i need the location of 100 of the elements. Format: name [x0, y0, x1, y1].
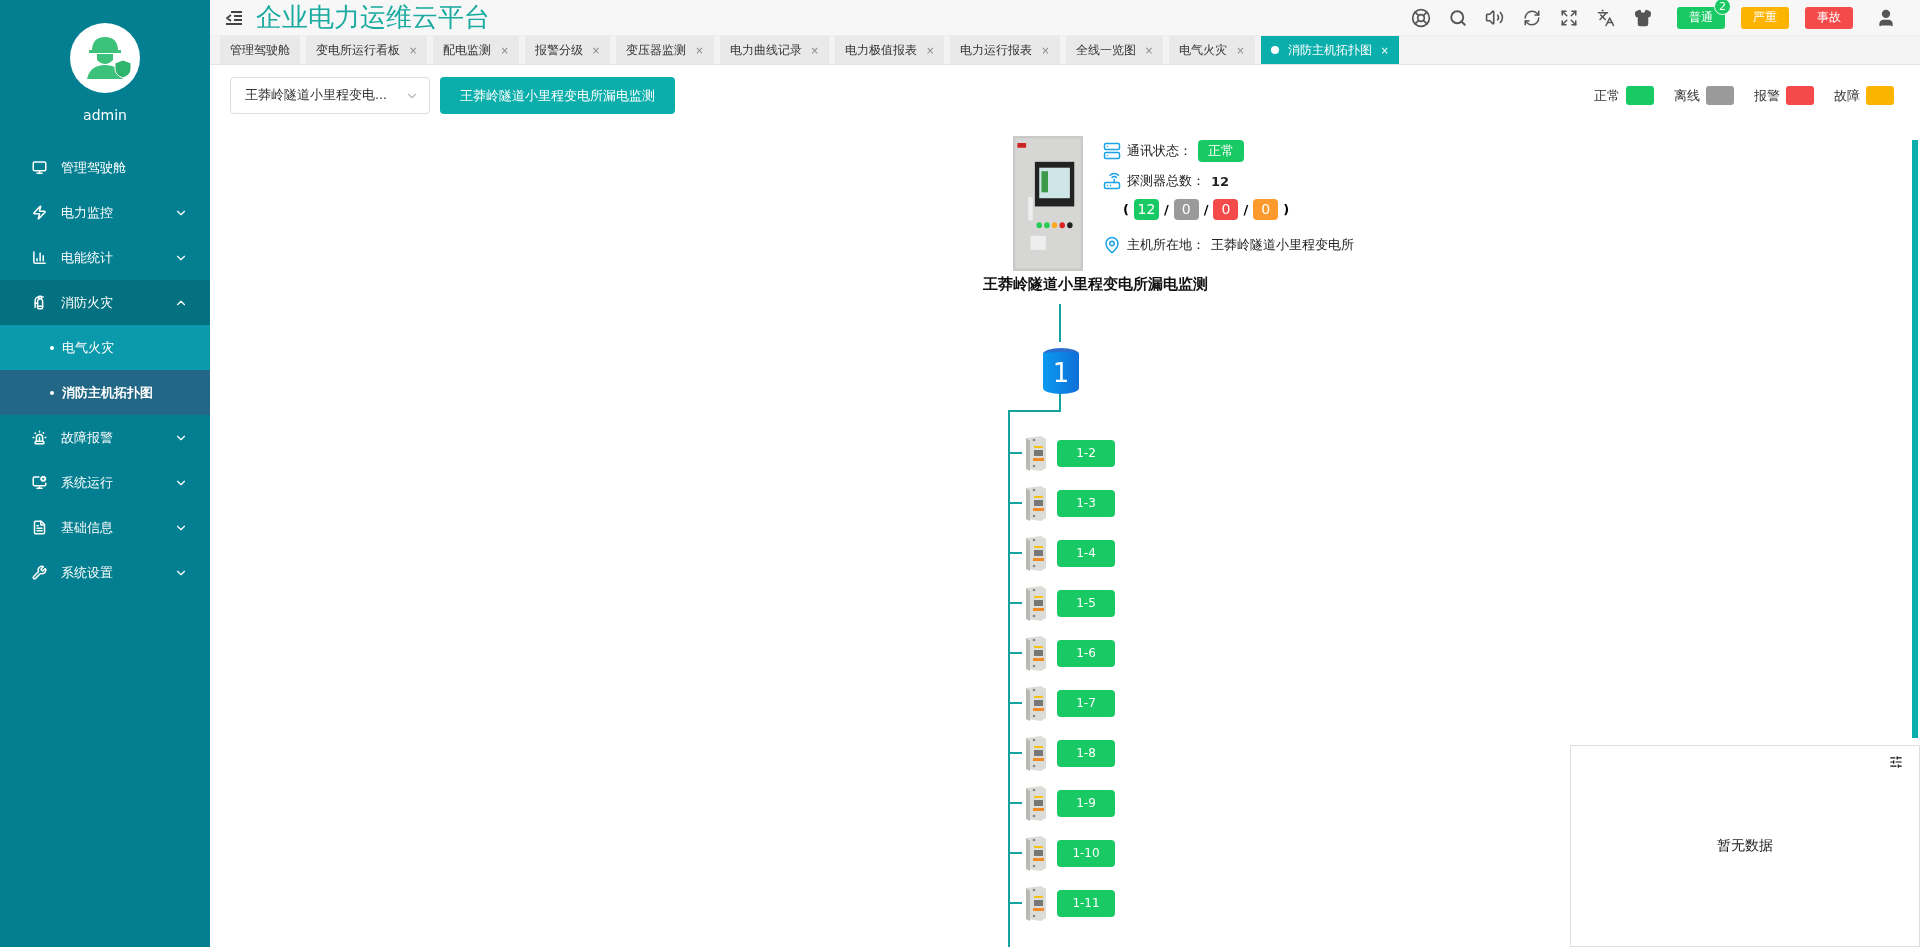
paren-text: ( — [1123, 201, 1129, 217]
tab[interactable]: 配电监测 × — [433, 36, 519, 64]
count-badge: 0 — [1173, 198, 1199, 220]
menu-item[interactable]: 基础信息 — [0, 505, 210, 550]
menu-label: 基础信息 — [61, 518, 114, 537]
location-value: 王莽岭隧道小里程变电所 — [1211, 236, 1354, 254]
alert-button[interactable]: 事故 — [1805, 6, 1853, 29]
detector-label[interactable]: 1-8 — [1057, 739, 1115, 767]
router-icon — [1103, 172, 1121, 190]
speaker-icon[interactable] — [1485, 8, 1504, 27]
menu-label: 电力监控 — [61, 203, 114, 222]
detector-total: 12 — [1211, 173, 1230, 189]
count-badge: 0 — [1253, 198, 1279, 220]
host-title: 王莽岭隧道小里程变电所漏电监测 — [983, 275, 1209, 294]
menu-item[interactable]: 电能统计 — [0, 235, 210, 280]
menu-item[interactable]: 电力监控 — [0, 190, 210, 235]
bar-chart-icon — [32, 250, 47, 265]
detector-label[interactable]: 1-3 — [1057, 489, 1115, 517]
detector-label[interactable]: 1-6 — [1057, 639, 1115, 667]
menu-label: 故障报警 — [61, 428, 114, 447]
monitor-gear-icon — [32, 475, 47, 490]
detector-label[interactable]: 1-10 — [1057, 839, 1115, 867]
avatar — [70, 23, 140, 93]
search-icon[interactable] — [1448, 8, 1467, 27]
menu-label: 消防火灾 — [61, 293, 114, 312]
fullscreen-icon[interactable] — [1559, 8, 1578, 27]
close-icon[interactable]: × — [1380, 44, 1389, 56]
tab[interactable]: 变压器监测 × — [616, 36, 714, 64]
menu-item[interactable]: 消防火灾 — [0, 280, 210, 325]
legend-label: 离线 — [1674, 86, 1700, 105]
host-select[interactable]: 王莽岭隧道小里程变电... — [230, 77, 430, 114]
lifebuoy-icon[interactable] — [1410, 7, 1431, 28]
menu-label: 系统设置 — [61, 563, 114, 582]
tab[interactable]: 管理驾驶舱 — [220, 36, 300, 64]
menu-collapse-icon[interactable] — [226, 10, 242, 25]
slash-text: / — [1203, 201, 1209, 217]
legend-label: 正常 — [1594, 86, 1620, 105]
legend-label: 故障 — [1834, 86, 1860, 105]
detector-label[interactable]: 1-11 — [1057, 889, 1115, 917]
document-icon — [32, 520, 47, 535]
tab[interactable]: 全线一览图 × — [1065, 36, 1164, 64]
detector-label[interactable]: 1-7 — [1057, 689, 1115, 717]
tab[interactable]: 电力运行报表 × — [950, 36, 1060, 64]
count-badge: 12 — [1133, 198, 1159, 220]
menu-item[interactable]: 管理驾驶舱 — [0, 145, 210, 190]
detector-label: 探测器总数： — [1127, 172, 1205, 190]
shirt-icon[interactable] — [1633, 8, 1652, 27]
location-pin-icon — [1103, 236, 1121, 254]
host-button[interactable]: 王莽岭隧道小里程变电所漏电监测 — [440, 77, 675, 114]
menu-label: 电能统计 — [61, 248, 114, 267]
detector-label[interactable]: 1-2 — [1057, 439, 1115, 467]
close-icon[interactable]: × — [810, 44, 819, 56]
siren-icon — [32, 430, 47, 445]
detector-label[interactable]: 1-5 — [1057, 589, 1115, 617]
sliders-icon[interactable] — [1889, 755, 1903, 769]
close-icon[interactable]: × — [1041, 44, 1050, 56]
app-title: 企业电力运维云平台 — [256, 1, 491, 34]
close-icon[interactable]: × — [1236, 44, 1245, 56]
menu-label: 系统运行 — [61, 473, 114, 492]
close-icon[interactable]: × — [500, 44, 509, 56]
slash-text: / — [1243, 201, 1249, 217]
comm-status: 正常 — [1198, 140, 1244, 162]
status-dot — [1270, 46, 1279, 54]
detector-label[interactable]: 1-9 — [1057, 789, 1115, 817]
menu-item[interactable]: 系统设置 — [0, 550, 210, 595]
legend-label: 报警 — [1754, 86, 1780, 105]
server-icon — [1103, 142, 1121, 160]
detector-label[interactable]: 1-4 — [1057, 539, 1115, 567]
user-name: admin — [83, 107, 127, 123]
tab[interactable]: 消防主机拓扑图 × — [1260, 36, 1399, 64]
close-icon[interactable]: × — [925, 44, 935, 56]
slash-text: / — [1163, 201, 1169, 217]
count-badge: 0 — [1213, 198, 1239, 220]
empty-text: 暂无数据 — [1717, 837, 1773, 855]
paren-text: ) — [1283, 201, 1290, 217]
close-icon[interactable]: × — [1144, 44, 1154, 56]
lightning-icon — [32, 205, 47, 220]
monitor-icon — [32, 160, 47, 175]
menu-item[interactable]: 系统运行 — [0, 460, 210, 505]
tab[interactable]: 电力曲线记录 × — [719, 36, 829, 64]
wrench-icon — [32, 565, 47, 580]
scrollbar[interactable] — [1912, 140, 1918, 738]
alert-button[interactable]: 严重 — [1741, 6, 1789, 29]
tab[interactable]: 电气火灾 × — [1169, 36, 1255, 64]
extinguisher-icon — [32, 295, 47, 310]
tab[interactable]: 报警分级 × — [524, 36, 611, 64]
close-icon[interactable]: × — [695, 44, 704, 56]
tab[interactable]: 变电所运行看板 × — [306, 36, 428, 64]
refresh-icon[interactable] — [1522, 8, 1541, 27]
close-icon[interactable]: × — [409, 44, 418, 56]
comm-label: 通讯状态： — [1127, 142, 1192, 160]
translate-icon[interactable] — [1596, 8, 1615, 27]
submenu-item[interactable]: 消防主机拓扑图 — [0, 370, 210, 415]
tab[interactable]: 电力极值报表 × — [834, 36, 945, 64]
close-icon[interactable]: × — [591, 44, 601, 56]
menu-label: 管理驾驶舱 — [61, 158, 127, 177]
location-label: 主机所在地： — [1127, 236, 1205, 254]
bus-node: 1 — [1043, 348, 1079, 394]
submenu-item[interactable]: 电气火灾 — [0, 325, 210, 370]
menu-item[interactable]: 故障报警 — [0, 415, 210, 460]
